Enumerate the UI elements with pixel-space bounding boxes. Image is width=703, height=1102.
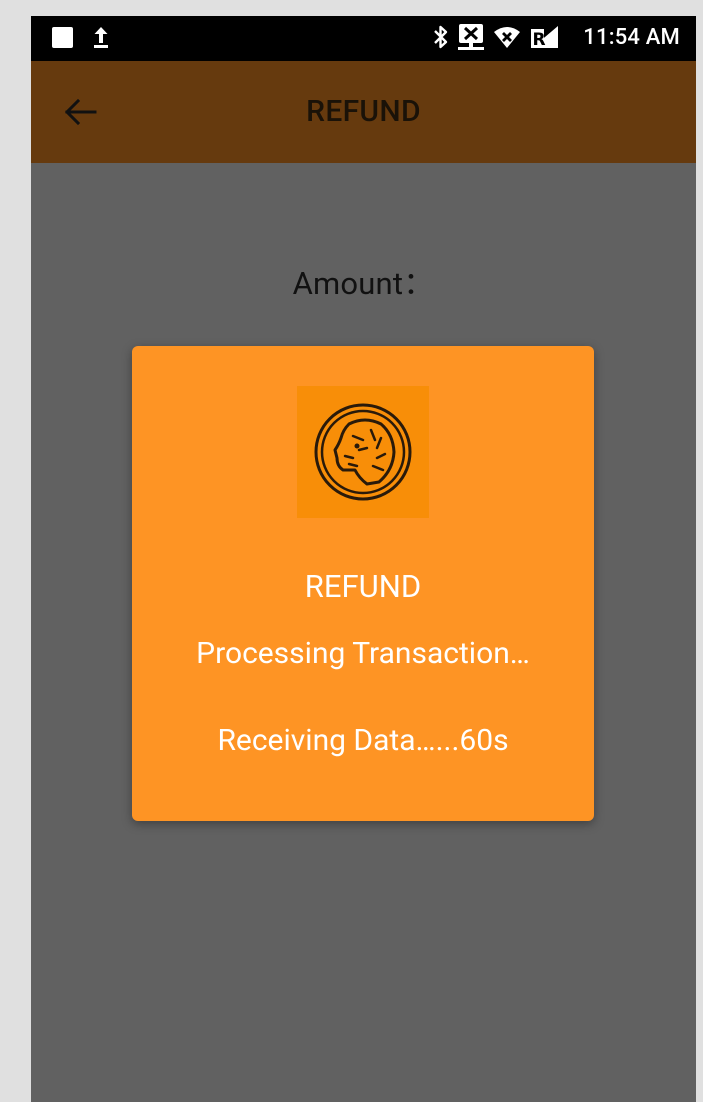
- dialog-progress-text: Receiving Data…...60s: [217, 723, 509, 758]
- page-title: REFUND: [306, 94, 421, 129]
- bluetooth-icon: [433, 24, 449, 50]
- network-x-icon: [458, 23, 485, 51]
- app-bar: REFUND: [31, 61, 696, 163]
- signal-icon: R: [530, 25, 560, 49]
- tiger-logo: [297, 386, 429, 518]
- wifi-icon: [493, 25, 521, 49]
- device-screen: R 11:54 AM REFUND Amount： REFUND Process…: [31, 16, 696, 1102]
- amount-label: Amount：: [292, 265, 435, 302]
- dialog-status-text: Processing Transaction…: [196, 636, 530, 671]
- upload-icon: [93, 25, 109, 49]
- status-bar: R 11:54 AM: [31, 16, 696, 61]
- processing-dialog: REFUND Processing Transaction… Receiving…: [132, 346, 594, 821]
- stop-square-icon: [52, 26, 73, 48]
- svg-text:R: R: [533, 30, 546, 49]
- status-time: 11:54 AM: [583, 24, 680, 50]
- dialog-title: REFUND: [304, 568, 422, 605]
